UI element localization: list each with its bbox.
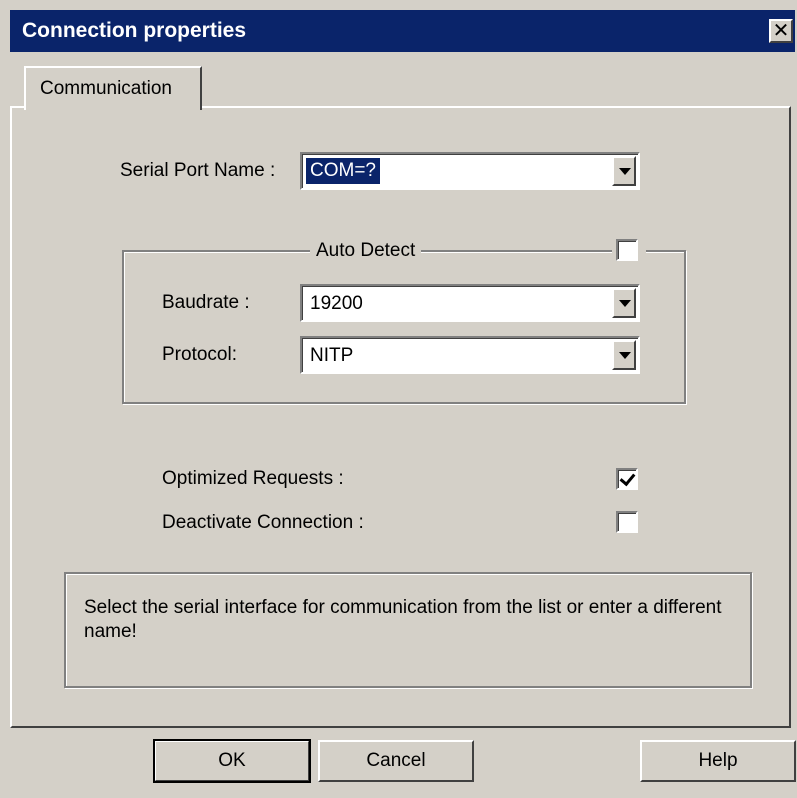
deactivate-connection-label: Deactivate Connection : [162,512,364,533]
close-icon: ✕ [772,18,790,42]
help-button[interactable]: Help [640,740,796,782]
tab-communication[interactable]: Communication [24,66,202,110]
close-button[interactable]: ✕ [769,19,793,43]
info-box: Select the serial interface for communic… [64,572,752,688]
optimized-requests-label: Optimized Requests : [162,468,344,489]
deactivate-connection-checkbox[interactable] [616,511,638,533]
chevron-down-icon[interactable] [612,288,636,318]
baudrate-label: Baudrate : [162,292,250,313]
cancel-button[interactable]: Cancel [318,740,474,782]
serial-port-label: Serial Port Name : [120,160,276,181]
connection-properties-dialog: Connection properties ✕ Communication Se… [0,0,797,798]
auto-detect-checkbox[interactable] [616,239,638,261]
chevron-down-icon[interactable] [612,340,636,370]
serial-port-value[interactable]: COM=? [306,158,380,184]
baudrate-value: 19200 [310,293,363,314]
serial-port-combobox[interactable]: COM=? [300,152,640,190]
baudrate-combobox[interactable]: 19200 [300,284,640,322]
auto-detect-groupbox [122,250,686,404]
auto-detect-label: Auto Detect [310,240,422,262]
protocol-value: NITP [310,345,354,366]
ok-button[interactable]: OK [153,739,311,783]
protocol-label: Protocol: [162,344,237,365]
protocol-combobox[interactable]: NITP [300,336,640,374]
chevron-down-icon[interactable] [612,156,636,186]
info-text: Select the serial interface for communic… [84,597,722,642]
title-bar[interactable]: Connection properties ✕ [10,10,795,52]
window-title: Connection properties [22,19,247,42]
optimized-requests-checkbox[interactable] [616,468,638,490]
tab-label: Communication [40,78,172,99]
